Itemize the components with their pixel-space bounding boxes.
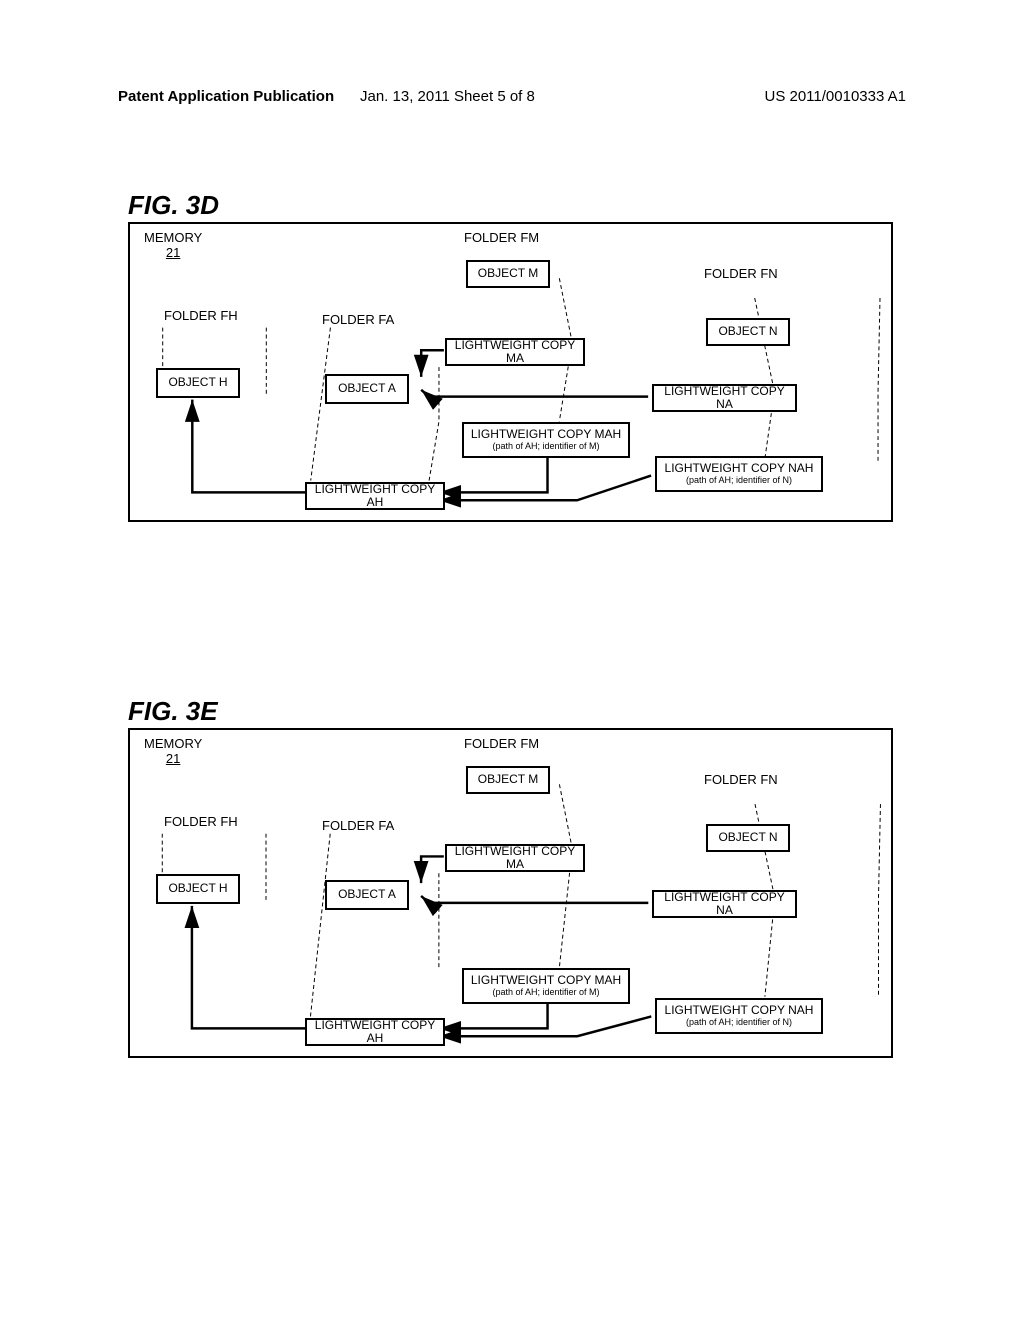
folder-fh-label-e: FOLDER FH xyxy=(162,814,240,829)
memory-num-e: 21 xyxy=(144,751,202,766)
object-m-text: OBJECT M xyxy=(478,267,538,280)
folder-fn-label-e: FOLDER FN xyxy=(702,772,780,787)
header-left: Patent Application Publication xyxy=(118,88,334,105)
folder-fa-label: FOLDER FA xyxy=(320,312,396,327)
fig-3d-diagram: MEMORY 21 FOLDER FH OBJECT H FOLDER FA O… xyxy=(128,222,893,522)
lc-ah-box-e: LIGHTWEIGHT COPY AH xyxy=(305,1018,445,1046)
lc-ma-box-e: LIGHTWEIGHT COPY MA xyxy=(445,844,585,872)
page-header: Patent Application Publication Jan. 13, … xyxy=(0,88,1024,105)
object-n-box-e: OBJECT N xyxy=(706,824,790,852)
lc-ma-text: LIGHTWEIGHT COPY MA xyxy=(451,339,579,365)
object-m-box: OBJECT M xyxy=(466,260,550,288)
lc-nah-sub-e: (path of AH; identifier of N) xyxy=(686,1018,792,1028)
fig-3e-diagram: MEMORY 21 FOLDER FH OBJECT H FOLDER FA O… xyxy=(128,728,893,1058)
object-a-text: OBJECT A xyxy=(338,382,396,395)
object-a-box: OBJECT A xyxy=(325,374,409,404)
lc-mah-box: LIGHTWEIGHT COPY MAH (path of AH; identi… xyxy=(462,422,630,458)
object-m-text-e: OBJECT M xyxy=(478,773,538,786)
lc-mah-sub: (path of AH; identifier of M) xyxy=(492,442,599,452)
lc-nah-text-e: LIGHTWEIGHT COPY NAH xyxy=(665,1004,814,1017)
memory-text: MEMORY xyxy=(144,230,202,245)
lc-mah-text: LIGHTWEIGHT COPY MAH xyxy=(471,428,621,441)
object-n-text: OBJECT N xyxy=(718,325,777,338)
folder-fa-label-e: FOLDER FA xyxy=(320,818,396,833)
lc-mah-sub-e: (path of AH; identifier of M) xyxy=(492,988,599,998)
lc-ah-text: LIGHTWEIGHT COPY AH xyxy=(311,483,439,509)
lc-na-box-e: LIGHTWEIGHT COPY NA xyxy=(652,890,797,918)
lc-ah-text-e: LIGHTWEIGHT COPY AH xyxy=(311,1019,439,1045)
lc-mah-text-e: LIGHTWEIGHT COPY MAH xyxy=(471,974,621,987)
memory-text-e: MEMORY xyxy=(144,736,202,751)
header-center: Jan. 13, 2011 Sheet 5 of 8 xyxy=(360,88,535,105)
header-right: US 2011/0010333 A1 xyxy=(764,88,906,105)
object-h-box: OBJECT H xyxy=(156,368,240,398)
lc-ma-text-e: LIGHTWEIGHT COPY MA xyxy=(451,845,579,871)
lc-nah-box-e: LIGHTWEIGHT COPY NAH (path of AH; identi… xyxy=(655,998,823,1034)
memory-num: 21 xyxy=(144,245,202,260)
folder-fn-label: FOLDER FN xyxy=(702,266,780,281)
object-h-box-e: OBJECT H xyxy=(156,874,240,904)
lc-nah-text: LIGHTWEIGHT COPY NAH xyxy=(665,462,814,475)
object-h-text: OBJECT H xyxy=(168,376,227,389)
object-h-text-e: OBJECT H xyxy=(168,882,227,895)
fig-3d-label: FIG. 3D xyxy=(128,190,219,221)
folder-fm-label-e: FOLDER FM xyxy=(462,736,541,751)
lc-na-box: LIGHTWEIGHT COPY NA xyxy=(652,384,797,412)
lc-na-text-e: LIGHTWEIGHT COPY NA xyxy=(658,891,791,917)
lc-na-text: LIGHTWEIGHT COPY NA xyxy=(658,385,791,411)
object-a-text-e: OBJECT A xyxy=(338,888,396,901)
lc-ah-box: LIGHTWEIGHT COPY AH xyxy=(305,482,445,510)
memory-label: MEMORY 21 xyxy=(144,230,202,260)
object-m-box-e: OBJECT M xyxy=(466,766,550,794)
lc-nah-box: LIGHTWEIGHT COPY NAH (path of AH; identi… xyxy=(655,456,823,492)
lc-ma-box: LIGHTWEIGHT COPY MA xyxy=(445,338,585,366)
object-a-box-e: OBJECT A xyxy=(325,880,409,910)
lc-mah-box-e: LIGHTWEIGHT COPY MAH (path of AH; identi… xyxy=(462,968,630,1004)
folder-fm-label: FOLDER FM xyxy=(462,230,541,245)
memory-label-e: MEMORY 21 xyxy=(144,736,202,766)
lc-nah-sub: (path of AH; identifier of N) xyxy=(686,476,792,486)
object-n-text-e: OBJECT N xyxy=(718,831,777,844)
folder-fh-label: FOLDER FH xyxy=(162,308,240,323)
fig-3e-label: FIG. 3E xyxy=(128,696,218,727)
object-n-box: OBJECT N xyxy=(706,318,790,346)
